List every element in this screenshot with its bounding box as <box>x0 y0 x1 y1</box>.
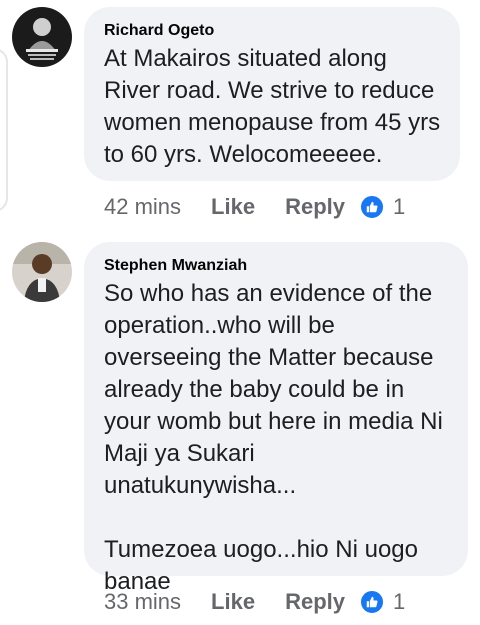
comment-timestamp[interactable]: 33 mins <box>104 589 181 615</box>
reply-button[interactable]: Reply <box>285 589 345 615</box>
like-button[interactable]: Like <box>211 589 255 615</box>
like-button[interactable]: Like <box>211 194 255 220</box>
comment-bubble: Stephen Mwanziah So who has an evidence … <box>84 242 468 595</box>
reaction-count[interactable]: 1 <box>393 589 405 615</box>
comment-timestamp[interactable]: 42 mins <box>104 194 181 220</box>
thumbs-up-icon[interactable] <box>359 194 385 220</box>
thread-connector-line <box>0 48 8 212</box>
avatar[interactable] <box>12 7 72 67</box>
avatar[interactable] <box>12 242 72 302</box>
thumbs-up-icon[interactable] <box>359 589 385 615</box>
comment-author[interactable]: Richard Ogeto <box>104 21 442 41</box>
comment-text: So who has an evidence of the operation.… <box>104 280 443 595</box>
reaction-count[interactable]: 1 <box>393 194 405 220</box>
comment-bubble: Richard Ogeto At Makairos situated along… <box>84 7 460 181</box>
comment-text: At Makairos situated along River road. W… <box>104 45 441 168</box>
comment-author[interactable]: Stephen Mwanziah <box>104 256 450 276</box>
comment-actions: 33 mins Like Reply 1 <box>104 588 405 616</box>
reply-button[interactable]: Reply <box>285 194 345 220</box>
comment-actions: 42 mins Like Reply 1 <box>104 193 405 221</box>
